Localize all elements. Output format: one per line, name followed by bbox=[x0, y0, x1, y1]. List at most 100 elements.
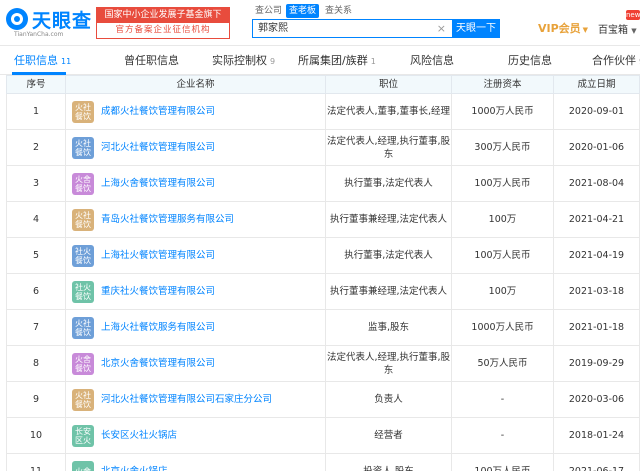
position-cell: 执行董事兼经理,法定代表人 bbox=[325, 202, 451, 237]
tab-label: 曾任职信息 bbox=[124, 54, 179, 67]
company-logo[interactable]: 社火 餐饮 bbox=[72, 280, 94, 303]
column-header-position: 职位 bbox=[325, 76, 451, 93]
capital-cell: 1000万人民币 bbox=[451, 94, 553, 129]
company-name-link[interactable]: 北京火舍火锅店 bbox=[101, 465, 168, 471]
company-cell: 火舍 北京火舍火锅店 bbox=[65, 454, 325, 471]
company-logo[interactable]: 火社 餐饮 bbox=[72, 100, 94, 123]
capital-cell: - bbox=[451, 382, 553, 417]
company-logo[interactable]: 火社 餐饮 bbox=[72, 388, 94, 411]
company-name-link[interactable]: 重庆社火餐饮管理有限公司 bbox=[101, 285, 215, 298]
date-cell: 2021-06-17 bbox=[553, 454, 639, 471]
tab-count: 1 bbox=[370, 57, 376, 66]
site-logo[interactable]: 天眼查 TianYanCha.com bbox=[6, 6, 92, 40]
company-cell: 社火 餐饮 重庆社火餐饮管理有限公司 bbox=[65, 274, 325, 309]
company-cell: 火社 餐饮 河北火社餐饮管理有限公司 bbox=[65, 130, 325, 165]
tab-count: 11 bbox=[61, 57, 72, 66]
tab-label: 实际控制权 bbox=[212, 54, 267, 67]
vip-label: VIP会员 bbox=[538, 22, 581, 35]
user-name: 百宝箱 bbox=[598, 25, 628, 36]
company-name-link[interactable]: 上海社火餐饮管理有限公司 bbox=[101, 249, 215, 262]
banner-top-text: 国家中小企业发展子基金旗下 bbox=[97, 8, 229, 23]
search-input[interactable]: 郭家熙 × bbox=[252, 19, 452, 38]
tab-partners[interactable]: 合作伙伴9 bbox=[592, 47, 640, 75]
capital-cell: 100万 bbox=[451, 274, 553, 309]
search-tab-relation[interactable]: 查关系 bbox=[322, 4, 355, 18]
logo-text: 天眼查 bbox=[32, 10, 93, 32]
column-header-capital: 注册资本 bbox=[451, 76, 553, 93]
position-cell: 监事,股东 bbox=[325, 310, 451, 345]
user-menu[interactable]: 百宝箱 ▼ bbox=[598, 21, 637, 36]
company-name-link[interactable]: 河北火社餐饮管理有限公司 bbox=[101, 141, 215, 154]
company-name-link[interactable]: 河北火社餐饮管理有限公司石家庄分公司 bbox=[101, 393, 272, 406]
table-row: 11 火舍 北京火舍火锅店 投资人,股东100万人民币2021-06-17 bbox=[6, 454, 640, 471]
company-cell: 火社 餐饮 上海火社餐饮服务有限公司 bbox=[65, 310, 325, 345]
table-row: 4 火社 餐饮 青岛火社餐饮管理服务有限公司 执行董事兼经理,法定代表人 100万 202… bbox=[6, 202, 640, 238]
row-number: 7 bbox=[32, 322, 40, 333]
table-row: 10 长安 区火 长安区火社火锅店 经营者 -2018-01-24 bbox=[6, 418, 640, 454]
company-name-link[interactable]: 北京火舍餐饮管理有限公司 bbox=[101, 357, 215, 370]
company-cell: 火社 餐饮 成都火社餐饮管理有限公司 bbox=[65, 94, 325, 129]
date-cell: 2021-03-18 bbox=[553, 274, 639, 309]
company-logo[interactable]: 火舍 餐饮 bbox=[72, 172, 94, 195]
company-logo[interactable]: 火社 餐饮 bbox=[72, 316, 94, 339]
tab-count: 9 bbox=[270, 57, 276, 66]
tab-risk[interactable]: 风险信息 bbox=[410, 47, 457, 75]
company-cell: 火舍 餐饮 上海火舍餐饮管理有限公司 bbox=[65, 166, 325, 201]
vip-menu[interactable]: VIP会员 ▼ bbox=[538, 20, 588, 36]
position-cell: 法定代表人,经理,执行董事,股 东 bbox=[325, 346, 451, 381]
capital-cell: 50万人民币 bbox=[451, 346, 553, 381]
company-logo[interactable]: 火社 餐饮 bbox=[72, 208, 94, 231]
tab-former-positions[interactable]: 曾任职信息 bbox=[124, 47, 182, 75]
logo-eye-icon bbox=[6, 8, 28, 30]
table-row: 7 火社 餐饮 上海火社餐饮服务有限公司 监事,股东 1000万人民币 2021-01-1… bbox=[6, 310, 640, 346]
row-number: 8 bbox=[32, 358, 40, 369]
column-header-company: 企业名称 bbox=[65, 76, 325, 93]
tab-history[interactable]: 历史信息 bbox=[508, 47, 555, 75]
company-logo[interactable]: 长安 区火 bbox=[72, 424, 94, 447]
row-number: 6 bbox=[32, 286, 40, 297]
position-cell: 执行董事兼经理,法定代表人 bbox=[325, 274, 451, 309]
search-tab-boss[interactable]: 查老板 bbox=[286, 4, 320, 18]
company-logo[interactable]: 社火 餐饮 bbox=[72, 244, 94, 267]
table-row: 1 火社 餐饮 成都火社餐饮管理有限公司 法定代表人,董事,董事长,经理 1000万人民… bbox=[6, 94, 640, 130]
company-name-link[interactable]: 上海火舍餐饮管理有限公司 bbox=[101, 177, 215, 190]
company-name-link[interactable]: 青岛火社餐饮管理服务有限公司 bbox=[101, 213, 234, 226]
column-header-no: 序号 bbox=[26, 79, 46, 90]
date-cell: 2020-03-06 bbox=[553, 382, 639, 417]
company-logo[interactable]: 火社 餐饮 bbox=[72, 136, 94, 159]
table-row: 8 火舍 餐饮 北京火舍餐饮管理有限公司 法定代表人,经理,执行董事,股 东 50万人民… bbox=[6, 346, 640, 382]
capital-cell: 1000万人民币 bbox=[451, 310, 553, 345]
position-cell: 经营者 bbox=[325, 418, 451, 453]
company-cell: 火社 餐饮 河北火社餐饮管理有限公司石家庄分公司 bbox=[65, 382, 325, 417]
company-logo[interactable]: 火舍 bbox=[72, 460, 94, 471]
tab-group[interactable]: 所属集团/族群 1 bbox=[298, 47, 376, 75]
company-logo[interactable]: 火舍 餐饮 bbox=[72, 352, 94, 375]
search-button[interactable]: 天眼一下 bbox=[452, 19, 500, 38]
row-number: 5 bbox=[32, 250, 40, 261]
new-badge: new bbox=[626, 10, 640, 20]
table-row: 3 火舍 餐饮 上海火舍餐饮管理有限公司 执行董事,法定代表人 100万人民币 2021-… bbox=[6, 166, 640, 202]
row-number: 1 bbox=[32, 106, 40, 117]
tab-label: 风险信息 bbox=[410, 54, 454, 67]
company-name-link[interactable]: 成都火社餐饮管理有限公司 bbox=[101, 105, 215, 118]
table-row: 2 火社 餐饮 河北火社餐饮管理有限公司 法定代表人,经理,执行董事,股 东 300万人… bbox=[6, 130, 640, 166]
position-cell: 执行董事,法定代表人 bbox=[325, 166, 451, 201]
company-cell: 火社 餐饮 青岛火社餐饮管理服务有限公司 bbox=[65, 202, 325, 237]
company-cell: 长安 区火 长安区火社火锅店 bbox=[65, 418, 325, 453]
row-number: 4 bbox=[32, 214, 40, 225]
chevron-down-icon: ▼ bbox=[582, 26, 589, 34]
position-cell: 法定代表人,董事,董事长,经理 bbox=[325, 94, 451, 129]
company-name-link[interactable]: 上海火社餐饮服务有限公司 bbox=[101, 321, 215, 334]
company-name-link[interactable]: 长安区火社火锅店 bbox=[101, 429, 177, 442]
clear-icon[interactable]: × bbox=[437, 20, 446, 37]
tab-actual-control[interactable]: 实际控制权 9 bbox=[212, 47, 275, 75]
date-cell: 2018-01-24 bbox=[553, 418, 639, 453]
row-number: 9 bbox=[32, 394, 40, 405]
tab-label: 合作伙伴 bbox=[592, 54, 636, 67]
capital-cell: 100万人民币 bbox=[451, 238, 553, 273]
info-tabs: 任职信息 11 曾任职信息 实际控制权 9 所属集团/族群 1 风险信息 历史信息 合… bbox=[0, 47, 640, 75]
capital-cell: - bbox=[451, 418, 553, 453]
date-cell: 2021-01-18 bbox=[553, 310, 639, 345]
tab-current-positions[interactable]: 任职信息 11 bbox=[14, 47, 71, 75]
search-tab-company[interactable]: 查公司 bbox=[252, 4, 285, 18]
